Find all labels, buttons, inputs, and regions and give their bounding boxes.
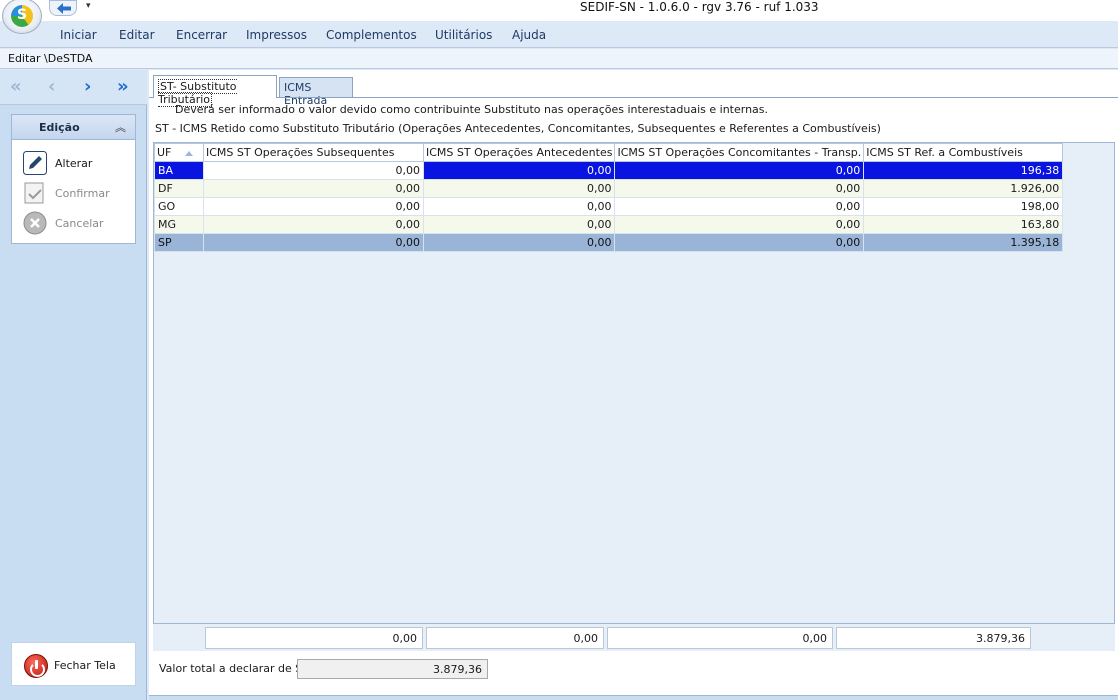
table-row[interactable]: DF 0,00 0,00 0,00 1.926,00 (154, 179, 1064, 198)
alterar-label: Alterar (55, 157, 93, 170)
quick-access-dropdown-icon[interactable]: ▾ (86, 1, 91, 11)
column-header-uf-label: UF (157, 146, 172, 159)
cell-subsequentes[interactable]: 0,00 (203, 161, 424, 180)
edit-panel-title: Edição (39, 121, 80, 134)
edit-panel-header[interactable]: Edição ︽ (12, 115, 135, 140)
column-header-combustiveis[interactable]: ICMS ST Ref. a Combustíveis (863, 143, 1064, 162)
total-subsequentes: 0,00 (205, 627, 423, 649)
total-antecedentes: 0,00 (426, 627, 604, 649)
total-combustiveis: 3.879,36 (836, 627, 1031, 649)
table-row[interactable]: BA 0,00 0,00 0,00 196,38 (154, 161, 1064, 180)
breadcrumb: Editar \DeSTDA (0, 49, 1118, 69)
back-button[interactable] (49, 0, 77, 16)
collapse-chevron-icon[interactable]: ︽ (115, 119, 126, 135)
cell-antecedentes[interactable]: 0,00 (422, 179, 616, 198)
table-row[interactable]: SP 0,00 0,00 0,00 1.395,18 (154, 233, 1064, 252)
cell-uf[interactable]: BA (154, 161, 204, 180)
edit-panel: Edição ︽ Alterar Confirmar Cancelar (11, 114, 136, 244)
title-bar: ▾ SEDIF-SN - 1.0.6.0 - rgv 3.76 - ruf 1.… (0, 0, 1118, 34)
cell-subsequentes[interactable]: 0,00 (203, 233, 424, 252)
cell-combustiveis[interactable]: 1.395,18 (863, 233, 1064, 252)
table-header-row: UF ICMS ST Operações Subsequentes ICMS S… (154, 143, 1064, 162)
cancel-icon (23, 211, 47, 235)
fechar-tela-button[interactable]: Fechar Tela (11, 642, 136, 686)
cell-combustiveis[interactable]: 1.926,00 (863, 179, 1064, 198)
menu-iniciar[interactable]: Iniciar (60, 28, 97, 42)
cell-concomitantes[interactable]: 0,00 (614, 215, 865, 234)
cancelar-button[interactable]: Cancelar (23, 211, 133, 235)
next-record-icon[interactable]: › (84, 78, 91, 96)
cell-uf[interactable]: GO (154, 197, 204, 216)
cell-uf[interactable]: SP (154, 233, 204, 252)
cell-combustiveis[interactable]: 196,38 (863, 161, 1064, 180)
table-row[interactable]: MG 0,00 0,00 0,00 163,80 (154, 215, 1064, 234)
bottom-divider (149, 695, 1118, 700)
column-header-uf[interactable]: UF (154, 143, 204, 162)
cell-antecedentes[interactable]: 0,00 (422, 215, 616, 234)
table-row[interactable]: GO 0,00 0,00 0,00 198,00 (154, 197, 1064, 216)
cell-combustiveis[interactable]: 163,80 (863, 215, 1064, 234)
description-line-2: ST - ICMS Retido como Substituto Tributá… (155, 122, 881, 135)
tab-icms-entrada[interactable]: ICMS Entrada (279, 77, 353, 107)
cell-subsequentes[interactable]: 0,00 (203, 215, 424, 234)
menu-bar: Iniciar Editar Encerrar Impressos Comple… (0, 21, 1118, 48)
sort-ascending-icon (185, 150, 194, 156)
menu-editar[interactable]: Editar (119, 28, 155, 42)
record-navigator: « ‹ › » (0, 70, 147, 105)
cell-concomitantes[interactable]: 0,00 (614, 197, 865, 216)
arrow-left-icon (57, 3, 71, 14)
grid-totals-row: 0,00 0,00 0,00 3.879,36 (153, 623, 1115, 651)
cell-concomitantes[interactable]: 0,00 (614, 179, 865, 198)
menu-complementos[interactable]: Complementos (326, 28, 417, 42)
total-label: Valor total a declarar de ST (159, 662, 309, 675)
menu-impressos[interactable]: Impressos (246, 28, 307, 42)
cell-combustiveis[interactable]: 198,00 (863, 197, 1064, 216)
tab-st-substituto[interactable]: ST- Substituto Tributário (153, 75, 277, 107)
cell-antecedentes[interactable]: 0,00 (422, 161, 616, 180)
power-icon (24, 654, 48, 678)
last-record-icon[interactable]: » (117, 78, 129, 96)
cell-antecedentes[interactable]: 0,00 (422, 233, 616, 252)
total-concomitantes: 0,00 (607, 627, 833, 649)
column-header-subsequentes[interactable]: ICMS ST Operações Subsequentes (203, 143, 424, 162)
st-table: UF ICMS ST Operações Subsequentes ICMS S… (154, 143, 1064, 252)
cell-subsequentes[interactable]: 0,00 (203, 179, 424, 198)
confirmar-button[interactable]: Confirmar (23, 181, 133, 205)
cell-subsequentes[interactable]: 0,00 (203, 197, 424, 216)
sidebar: « ‹ › » Edição ︽ Alterar Confirmar Cance… (0, 70, 147, 700)
cell-concomitantes[interactable]: 0,00 (614, 233, 865, 252)
confirmar-label: Confirmar (55, 187, 110, 200)
menu-utilitarios[interactable]: Utilitários (435, 28, 492, 42)
menu-ajuda[interactable]: Ajuda (512, 28, 546, 42)
cell-uf[interactable]: MG (154, 215, 204, 234)
alterar-button[interactable]: Alterar (23, 151, 133, 175)
confirm-document-icon (24, 182, 44, 204)
window-title-text: SEDIF-SN - 1.0.6.0 - rgv 3.76 - ruf 1.03… (580, 0, 819, 14)
cancelar-label: Cancelar (55, 217, 104, 230)
description-line-1: Deverá ser informado o valor devido como… (175, 103, 769, 116)
previous-record-icon[interactable]: ‹ (48, 78, 55, 96)
pencil-icon (23, 151, 47, 175)
cell-antecedentes[interactable]: 0,00 (422, 197, 616, 216)
app-logo-icon (11, 5, 33, 27)
cell-uf[interactable]: DF (154, 179, 204, 198)
column-header-antecedentes[interactable]: ICMS ST Operações Antecedentes (422, 143, 616, 162)
cell-concomitantes[interactable]: 0,00 (614, 161, 865, 180)
menu-encerrar[interactable]: Encerrar (176, 28, 227, 42)
st-grid: UF ICMS ST Operações Subsequentes ICMS S… (153, 142, 1115, 651)
total-value-field: 3.879,36 (297, 659, 488, 679)
first-record-icon[interactable]: « (10, 78, 22, 96)
column-header-concomitantes[interactable]: ICMS ST Operações Concomitantes - Transp… (614, 143, 865, 162)
breadcrumb-text: Editar \DeSTDA (8, 52, 93, 65)
fechar-tela-label: Fechar Tela (54, 659, 116, 672)
main-content: ST- Substituto Tributário ICMS Entrada D… (149, 70, 1118, 700)
tab-divider (149, 97, 1118, 98)
